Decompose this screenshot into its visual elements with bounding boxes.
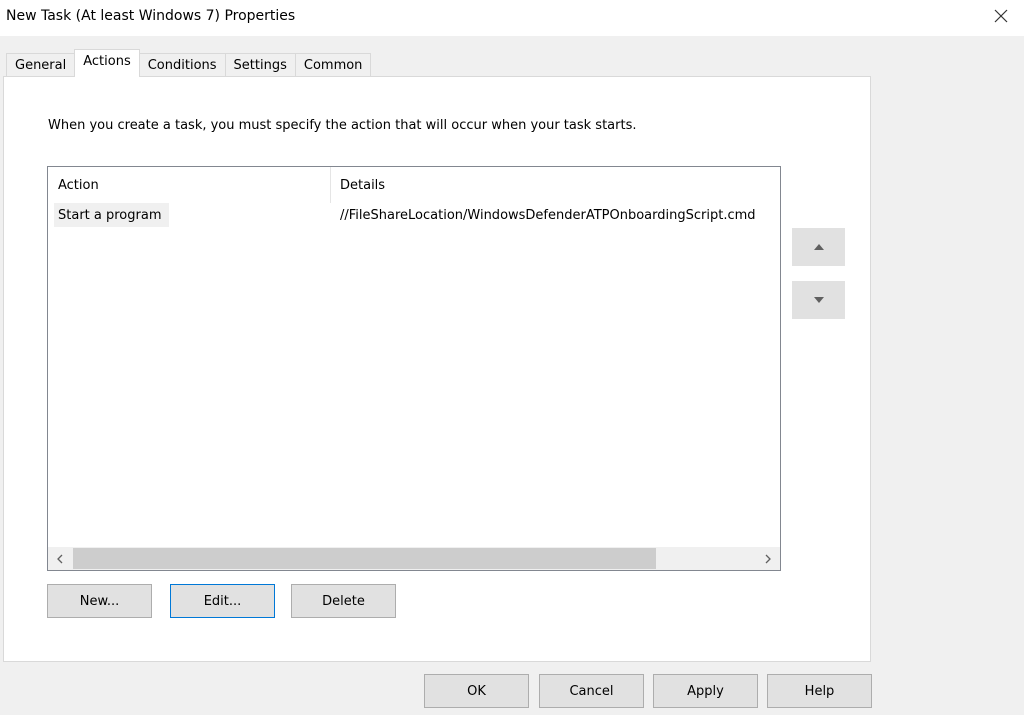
tab-label: Common: [303, 58, 363, 73]
tab-actions[interactable]: Actions: [74, 49, 140, 77]
move-down-button[interactable]: [792, 281, 845, 319]
horizontal-scrollbar[interactable]: [48, 547, 780, 570]
tab-label: Conditions: [147, 58, 217, 73]
tab-label: Actions: [83, 54, 131, 69]
tab-label: General: [15, 58, 67, 73]
action-cell: Start a program: [54, 203, 170, 227]
tab-common[interactable]: Common: [294, 53, 372, 77]
actions-tab-panel: When you create a task, you must specify…: [3, 76, 871, 662]
column-header-action[interactable]: Action: [48, 167, 331, 203]
chevron-right-icon: [765, 554, 771, 563]
move-up-button[interactable]: [792, 228, 845, 266]
window-title: New Task (At least Windows 7) Properties: [6, 8, 296, 24]
chevron-left-icon: [57, 554, 63, 563]
close-button[interactable]: [978, 0, 1024, 32]
instruction-text: When you create a task, you must specify…: [48, 118, 637, 133]
column-header-label: Action: [58, 177, 99, 193]
new-action-button[interactable]: New...: [47, 584, 152, 618]
ok-button[interactable]: OK: [424, 674, 529, 708]
tab-general[interactable]: General: [6, 53, 76, 77]
tab-conditions[interactable]: Conditions: [138, 53, 226, 77]
apply-button[interactable]: Apply: [653, 674, 758, 708]
actions-list[interactable]: Action Details Start a program //FileSha…: [47, 166, 781, 571]
list-item[interactable]: Start a program //FileShareLocation/Wind…: [48, 203, 780, 227]
edit-action-button[interactable]: Edit...: [170, 584, 275, 618]
column-header-details[interactable]: Details: [331, 167, 780, 203]
triangle-down-icon: [813, 297, 824, 303]
triangle-up-icon: [813, 244, 824, 250]
column-header-label: Details: [340, 177, 386, 193]
title-bar: New Task (At least Windows 7) Properties: [0, 0, 1024, 36]
help-button[interactable]: Help: [767, 674, 872, 708]
tab-strip: General Actions Conditions Settings Comm…: [6, 49, 372, 77]
scroll-left-button[interactable]: [48, 547, 72, 570]
close-icon: [994, 9, 1008, 23]
tab-settings[interactable]: Settings: [224, 53, 296, 77]
delete-action-button[interactable]: Delete: [291, 584, 396, 618]
details-cell: //FileShareLocation/WindowsDefenderATPOn…: [340, 207, 756, 223]
cancel-button[interactable]: Cancel: [539, 674, 644, 708]
scroll-right-button[interactable]: [756, 547, 780, 570]
tab-label: Settings: [233, 58, 287, 73]
scrollbar-thumb[interactable]: [73, 548, 656, 569]
